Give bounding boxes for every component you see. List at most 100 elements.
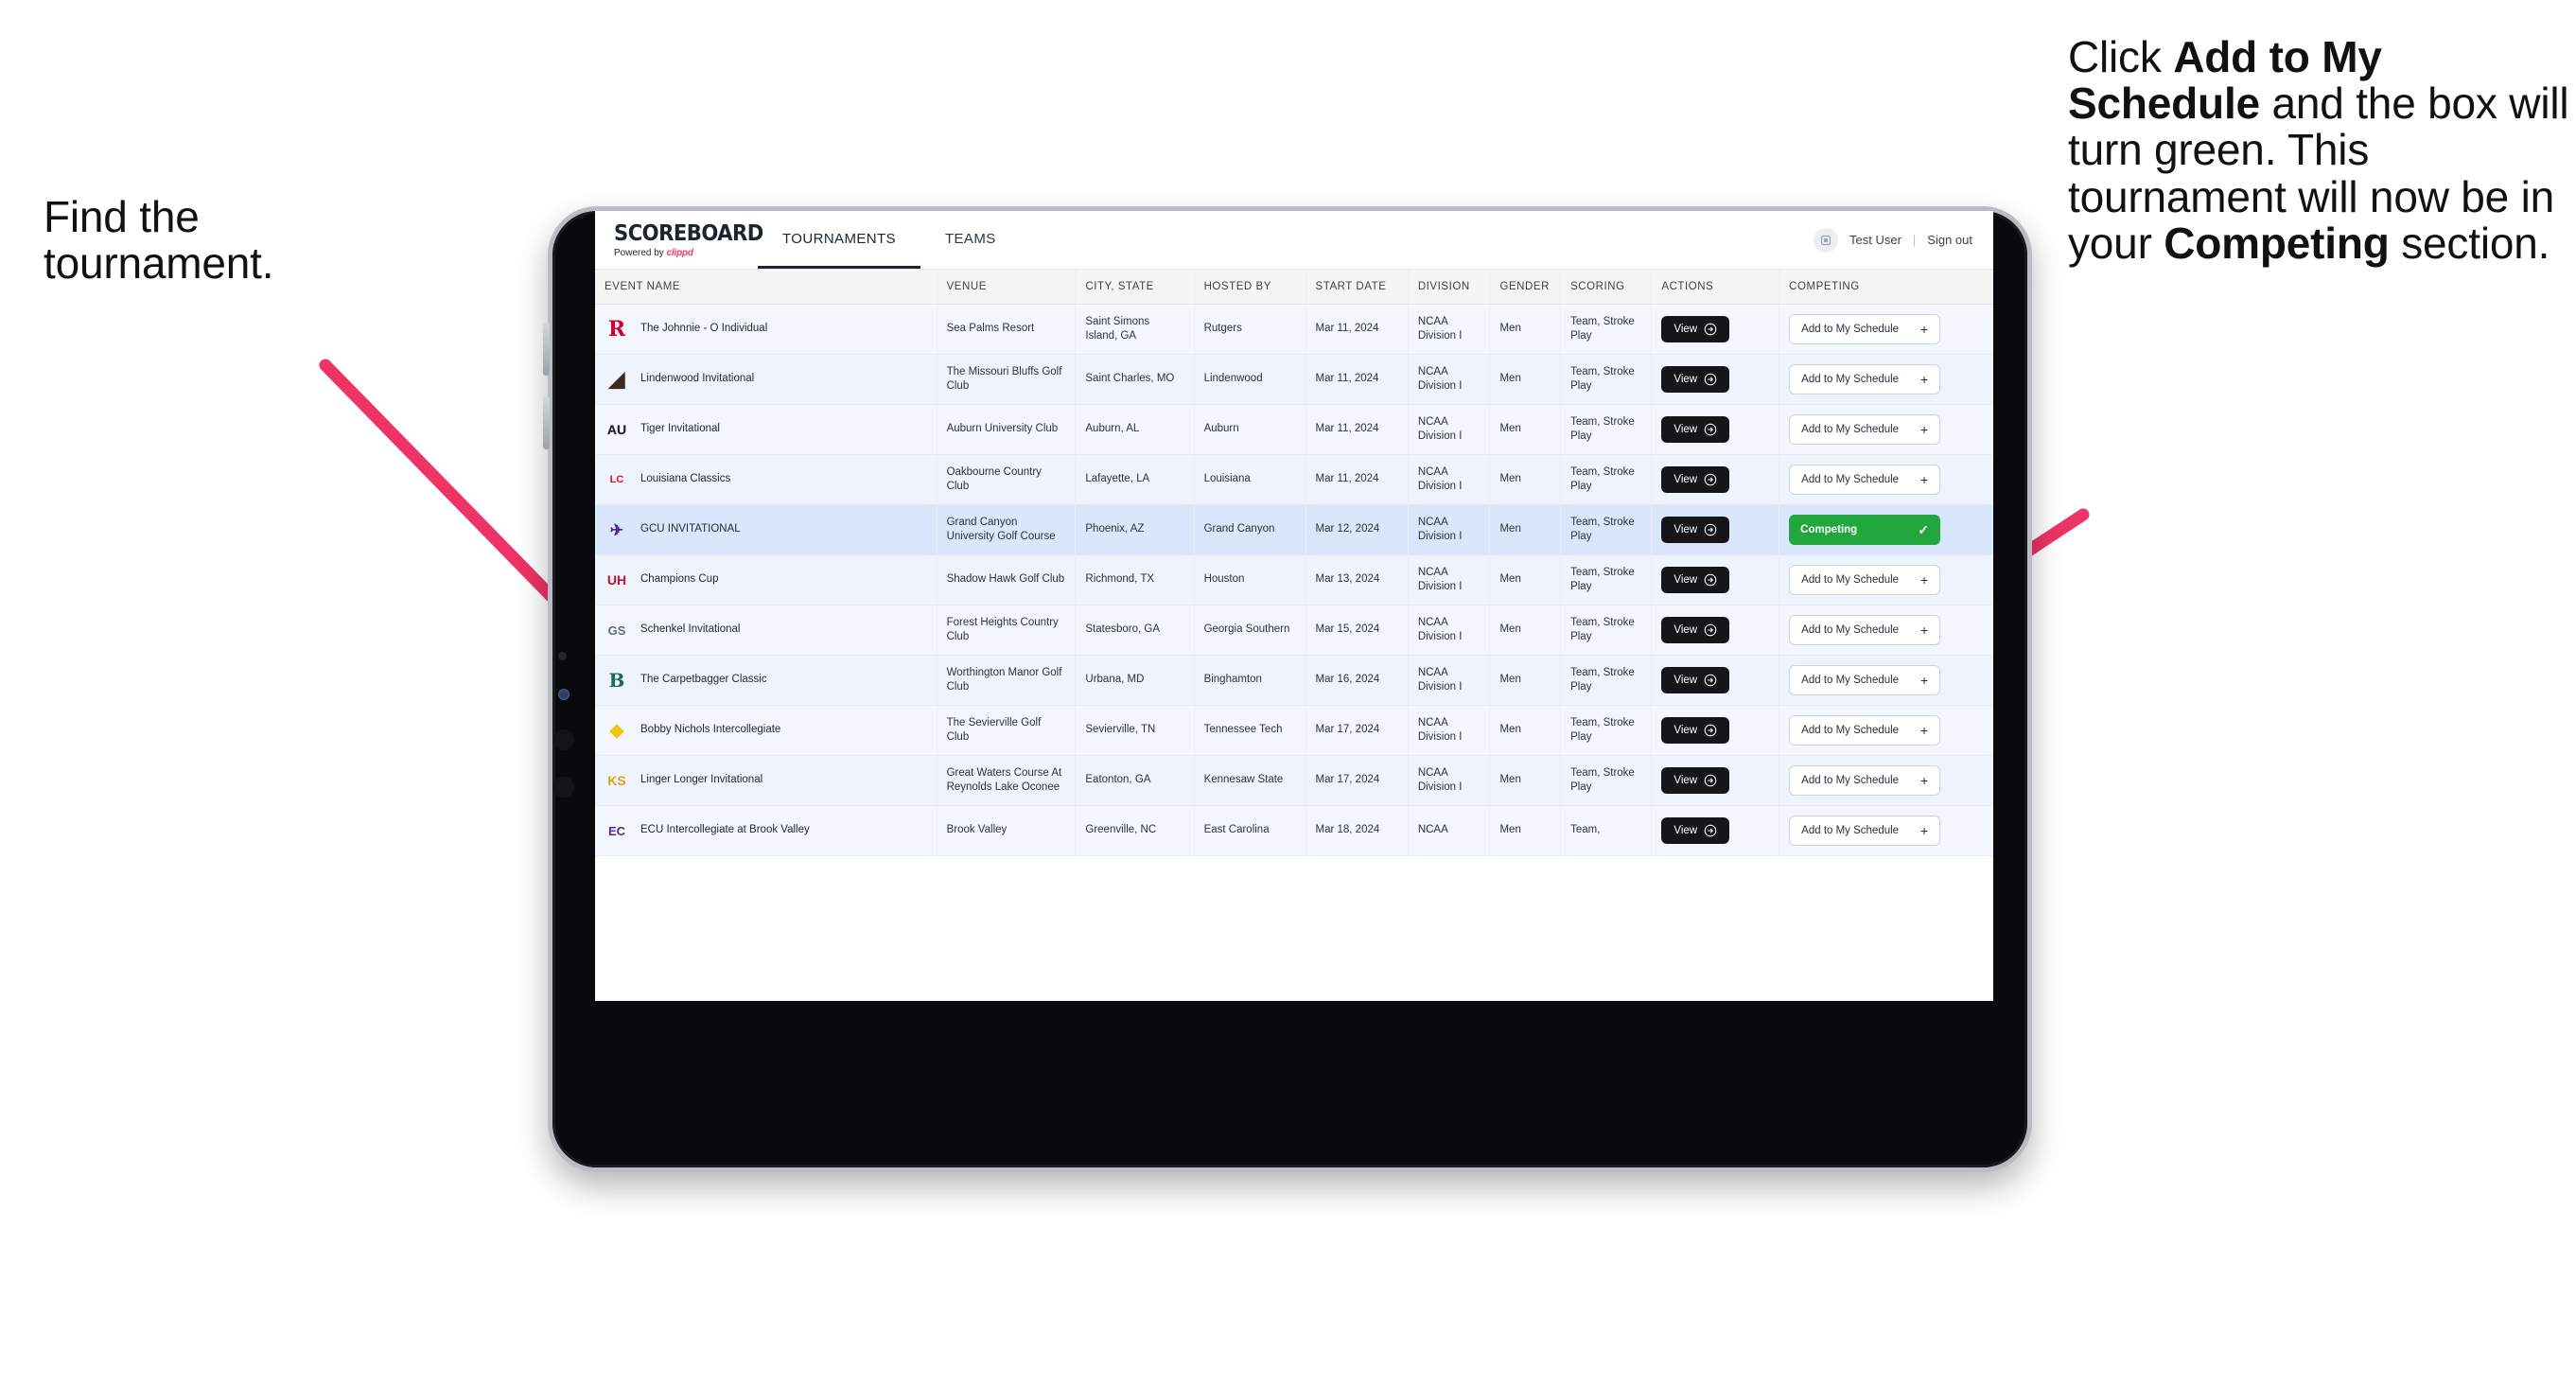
cell-gender: Men <box>1489 354 1562 405</box>
add-to-my-schedule-button[interactable]: Add to My Schedule + <box>1789 665 1941 695</box>
view-button[interactable]: View <box>1661 817 1730 844</box>
col-venue[interactable]: VENUE <box>937 270 1077 305</box>
cell-competing: Competing ✓ <box>1779 504 1993 555</box>
table-row[interactable]: B The Carpetbagger Classic Worthington Man… <box>595 655 1993 706</box>
cell-scoring: Team, Stroke Play <box>1560 554 1653 605</box>
add-to-my-schedule-button[interactable]: Add to My Schedule + <box>1789 465 1941 495</box>
cell-gender: Men <box>1489 504 1562 555</box>
view-button[interactable]: View <box>1661 466 1730 493</box>
cell-gender: Men <box>1489 304 1562 355</box>
account-separator: | <box>1912 233 1917 247</box>
add-button-label: Add to My Schedule <box>1801 825 1900 836</box>
add-button-label: Add to My Schedule <box>1801 775 1900 786</box>
cell-start-date: Mar 11, 2024 <box>1306 404 1409 455</box>
col-hosted-by[interactable]: HOSTED BY <box>1194 270 1306 305</box>
table-row[interactable]: LC Louisiana Classics Oakbourne Country Cl… <box>595 454 1993 505</box>
table-row[interactable]: ◆ Bobby Nichols Intercollegiate The Sevier… <box>595 705 1993 756</box>
view-button[interactable]: View <box>1661 717 1730 744</box>
col-start-date[interactable]: START DATE <box>1306 270 1409 305</box>
cell-competing: Add to My Schedule + <box>1779 304 1993 355</box>
view-button[interactable]: View <box>1661 517 1730 543</box>
cell-scoring: Team, Stroke Play <box>1560 454 1653 505</box>
event-name-label: ECU Intercollegiate at Brook Valley <box>640 824 810 836</box>
col-gender[interactable]: GENDER <box>1489 270 1562 305</box>
view-button[interactable]: View <box>1661 617 1730 643</box>
circle-arrow-icon <box>1704 473 1717 486</box>
brand-logo[interactable]: SCOREBOARD Powered by clippd <box>595 211 763 269</box>
add-to-my-schedule-button[interactable]: Add to My Schedule + <box>1789 565 1941 595</box>
add-to-my-schedule-button[interactable]: Add to My Schedule + <box>1789 715 1941 746</box>
plus-icon: + <box>1919 823 1929 838</box>
cell-division: NCAA Division I <box>1408 504 1491 555</box>
circle-arrow-icon <box>1704 774 1717 787</box>
cell-venue: Sea Palms Resort <box>937 304 1077 355</box>
table-row[interactable]: ◢ Lindenwood Invitational The Missouri Blu… <box>595 354 1993 405</box>
cell-gender: Men <box>1489 655 1562 706</box>
view-button[interactable]: View <box>1661 316 1730 342</box>
sign-out-link[interactable]: Sign out <box>1927 233 1972 247</box>
view-button[interactable]: View <box>1661 567 1730 593</box>
volume-down-button[interactable] <box>543 396 550 449</box>
cell-start-date: Mar 17, 2024 <box>1306 755 1409 806</box>
cell-hosted-by: Tennessee Tech <box>1194 705 1306 756</box>
col-division[interactable]: DIVISION <box>1408 270 1491 305</box>
cell-city-state: Saint Simons Island, GA <box>1075 304 1195 355</box>
add-button-label: Add to My Schedule <box>1801 675 1900 686</box>
table-row[interactable]: ✈ GCU INVITATIONAL Grand Canyon University… <box>595 504 1993 555</box>
table-row[interactable]: KS Linger Longer Invitational Great Waters… <box>595 755 1993 806</box>
cell-competing: Add to My Schedule + <box>1779 705 1993 756</box>
volume-up-button[interactable] <box>543 323 550 376</box>
side-button-upper[interactable] <box>553 729 574 750</box>
cell-scoring: Team, Stroke Play <box>1560 655 1653 706</box>
table-row[interactable]: AU Tiger Invitational Auburn University Cl… <box>595 404 1993 455</box>
cell-start-date: Mar 11, 2024 <box>1306 354 1409 405</box>
side-button-lower[interactable] <box>553 777 574 798</box>
table-row[interactable]: UH Champions Cup Shadow Hawk Golf Club Rich… <box>595 554 1993 605</box>
cell-event-name: ◆ Bobby Nichols Intercollegiate <box>595 705 938 756</box>
view-button-label: View <box>1674 574 1698 586</box>
add-to-my-schedule-button[interactable]: Add to My Schedule + <box>1789 765 1941 796</box>
cell-division: NCAA Division I <box>1408 554 1491 605</box>
cell-start-date: Mar 18, 2024 <box>1306 805 1409 856</box>
table-row[interactable]: EC ECU Intercollegiate at Brook Valley Bro… <box>595 805 1993 856</box>
table-body: R The Johnnie - O Individual Sea Palms Res… <box>595 304 1993 856</box>
table-row[interactable]: GS Schenkel Invitational Forest Heights Co… <box>595 605 1993 656</box>
view-button-label: View <box>1674 624 1698 636</box>
tab-teams[interactable]: TEAMS <box>920 211 1021 269</box>
tennessee-tech-logo: ◆ <box>609 720 624 741</box>
avatar[interactable] <box>1814 227 1838 253</box>
cell-event-name: B The Carpetbagger Classic <box>595 655 938 706</box>
tab-tournaments[interactable]: TOURNAMENTS <box>758 211 920 269</box>
plus-icon: + <box>1919 723 1929 738</box>
kennesaw-state-logo: KS <box>607 773 626 788</box>
add-to-my-schedule-button[interactable]: Add to My Schedule + <box>1789 615 1941 645</box>
col-competing: COMPETING <box>1779 270 1993 305</box>
annotation-right-part-0: Click <box>2068 32 2174 81</box>
view-button[interactable]: View <box>1661 667 1730 693</box>
add-to-my-schedule-button[interactable]: Add to My Schedule + <box>1789 314 1941 344</box>
col-city-state[interactable]: CITY, STATE <box>1075 270 1195 305</box>
plus-icon: + <box>1919 322 1929 337</box>
cell-gender: Men <box>1489 554 1562 605</box>
competing-button[interactable]: Competing ✓ <box>1789 515 1941 545</box>
add-to-my-schedule-button[interactable]: Add to My Schedule + <box>1789 816 1941 846</box>
table-row[interactable]: R The Johnnie - O Individual Sea Palms Res… <box>595 304 1993 355</box>
cell-competing: Add to My Schedule + <box>1779 354 1993 405</box>
annotation-right-part-4: section. <box>2389 218 2550 268</box>
cell-division: NCAA Division I <box>1408 605 1491 656</box>
add-to-my-schedule-button[interactable]: Add to My Schedule + <box>1789 414 1941 445</box>
cell-hosted-by: Grand Canyon <box>1194 504 1306 555</box>
view-button-label: View <box>1674 374 1698 385</box>
circle-arrow-icon <box>1704 824 1717 837</box>
app-screen: SCOREBOARD Powered by clippd TOURNAMENTS… <box>595 211 1993 1001</box>
view-button[interactable]: View <box>1661 416 1730 443</box>
view-button[interactable]: View <box>1661 366 1730 393</box>
add-to-my-schedule-button[interactable]: Add to My Schedule + <box>1789 364 1941 395</box>
view-button[interactable]: View <box>1661 767 1730 794</box>
col-scoring[interactable]: SCORING <box>1560 270 1653 305</box>
view-button-label: View <box>1674 725 1698 736</box>
add-button-label: Add to My Schedule <box>1801 725 1900 736</box>
event-name-label: The Carpetbagger Classic <box>640 674 767 686</box>
col-event-name[interactable]: EVENT NAME <box>595 270 938 305</box>
event-name-label: The Johnnie - O Individual <box>640 323 768 335</box>
